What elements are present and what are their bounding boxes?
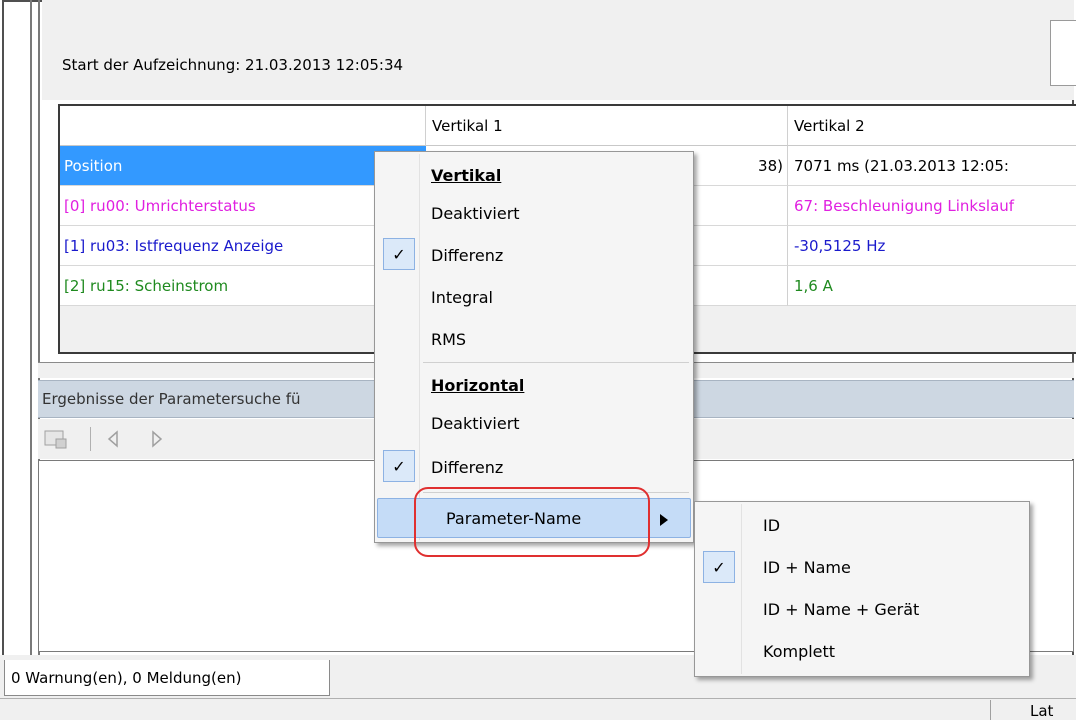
next-arrow-icon[interactable] xyxy=(150,430,164,448)
menu-header-horizontal: Horizontal xyxy=(431,375,525,395)
table-row-ru03-v2[interactable]: -30,5125 Hz xyxy=(788,226,1076,266)
toolbar-separator xyxy=(90,427,91,451)
table-row-ru15-name[interactable]: [2] ru15: Scheinstrom xyxy=(60,266,426,306)
submenu-item-id[interactable]: ID xyxy=(695,504,1029,546)
table-row-ru00-name[interactable]: [0] ru00: Umrichterstatus xyxy=(60,186,426,226)
table-row-ru00-v2[interactable]: 67: Beschleunigung Linkslauf xyxy=(788,186,1076,226)
search-panel-title: Ergebnisse der Parametersuche fü xyxy=(42,390,301,408)
table-header-vertikal-1[interactable]: Vertikal 1 xyxy=(426,106,788,146)
status-tab-label: 0 Warnung(en), 0 Meldung(en) xyxy=(11,668,242,687)
prev-arrow-icon[interactable] xyxy=(106,430,120,448)
menu-item-vertikal-differenz[interactable]: ✓ Differenz xyxy=(375,234,693,276)
table-row-ru15-v2[interactable]: 1,6 A xyxy=(788,266,1076,306)
table-header-vertikal-2[interactable]: Vertikal 2 xyxy=(788,106,1076,146)
context-menu: Vertikal Deaktiviert ✓ Differenz Integra… xyxy=(374,151,694,543)
status-bar-text: Lat xyxy=(1030,702,1054,720)
status-bar-separator xyxy=(990,700,991,720)
table-row-position-v2[interactable]: 7071 ms (21.03.2013 12:05: xyxy=(788,146,1076,186)
highlight-ring xyxy=(414,487,650,557)
status-bar xyxy=(0,698,1076,720)
top-right-control[interactable] xyxy=(1050,20,1076,86)
recording-header xyxy=(42,0,1074,100)
checkmark-icon: ✓ xyxy=(383,450,415,482)
recording-start-label: Start der Aufzeichnung: 21.03.2013 12:05… xyxy=(62,56,404,74)
checkmark-icon: ✓ xyxy=(383,238,415,270)
submenu-item-id-name[interactable]: ✓ ID + Name xyxy=(695,546,1029,588)
menu-item-vertikal-rms[interactable]: RMS xyxy=(375,318,693,360)
export-icon[interactable] xyxy=(44,428,68,450)
table-header-cell xyxy=(60,106,426,146)
submenu-item-id-name-geraet[interactable]: ID + Name + Gerät xyxy=(695,588,1029,630)
parameter-name-submenu: ID ✓ ID + Name ID + Name + Gerät Komplet… xyxy=(694,501,1030,677)
menu-item-horizontal-deaktiviert[interactable]: Deaktiviert xyxy=(375,402,693,444)
checkmark-icon: ✓ xyxy=(703,551,735,583)
menu-header-vertikal: Vertikal xyxy=(431,165,502,185)
submenu-item-komplett[interactable]: Komplett xyxy=(695,630,1029,672)
menu-item-horizontal-differenz[interactable]: ✓ Differenz xyxy=(375,446,693,488)
status-tab[interactable]: 0 Warnung(en), 0 Meldung(en) xyxy=(4,660,330,696)
menu-item-vertikal-deaktiviert[interactable]: Deaktiviert xyxy=(375,192,693,234)
submenu-arrow-icon xyxy=(660,512,668,530)
table-row-ru03-name[interactable]: [1] ru03: Istfrequenz Anzeige xyxy=(60,226,426,266)
left-border-1 xyxy=(30,0,32,655)
menu-item-vertikal-integral[interactable]: Integral xyxy=(375,276,693,318)
table-row-position-name[interactable]: Position xyxy=(60,146,426,186)
menu-separator xyxy=(423,362,689,363)
